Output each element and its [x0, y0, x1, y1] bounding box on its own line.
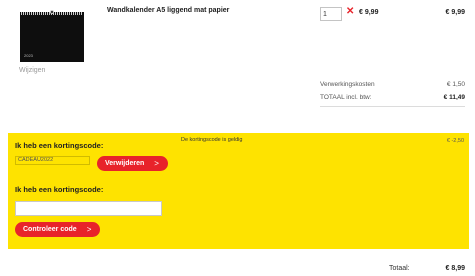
chevron-right-icon: > [86, 225, 92, 234]
check-code-label: Controleer code [23, 226, 77, 233]
line-total: € 9,99 [445, 9, 465, 16]
remove-discount-button[interactable]: Verwijderen > [97, 156, 168, 171]
applied-code: CADEAU2022 [15, 156, 90, 165]
total-incl-value: € 11,49 [443, 94, 465, 101]
discount-valid-message: De kortingscode is geldig [181, 137, 243, 143]
product-thumbnail: 2023 [20, 10, 84, 62]
remove-discount-label: Verwijderen [105, 160, 145, 167]
chevron-right-icon: > [154, 159, 159, 168]
applied-discount-heading: Ik heb een kortingscode: [15, 141, 104, 150]
discount-amount: € -2,50 [446, 138, 464, 144]
remove-item-icon[interactable]: ✕ [346, 7, 354, 17]
product-name: Wandkalender A5 liggend mat papier [107, 7, 230, 14]
grand-total-value: € 8,99 [445, 265, 465, 272]
unit-price: € 9,99 [359, 9, 379, 16]
calendar-hanger [50, 10, 54, 14]
discount-code-input[interactable] [15, 201, 162, 216]
quantity-input[interactable] [320, 7, 342, 21]
divider [320, 106, 465, 107]
thumbnail-year: 2023 [24, 53, 33, 58]
edit-link[interactable]: Wijzigen [19, 67, 45, 74]
total-incl-label: TOTAAL incl. btw: [320, 94, 372, 101]
processing-cost-label: Verwerkingskosten [320, 81, 375, 88]
discount-panel: Ik heb een kortingscode: De kortingscode… [8, 133, 469, 249]
grand-total-label: Totaal: [389, 265, 410, 272]
processing-cost-value: € 1,50 [446, 81, 465, 88]
new-discount-heading: Ik heb een kortingscode: [15, 185, 104, 194]
check-code-button[interactable]: Controleer code > [15, 222, 100, 237]
